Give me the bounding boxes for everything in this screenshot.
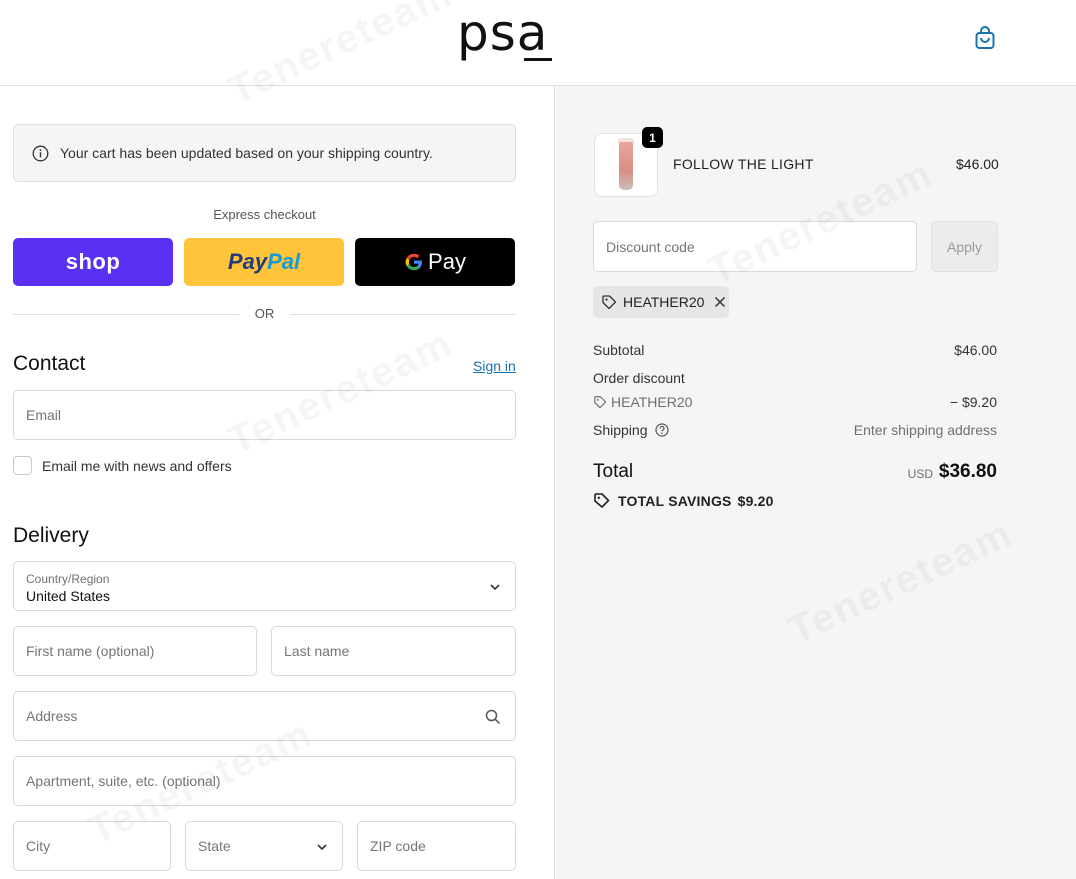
product-image-tube bbox=[619, 142, 633, 190]
apartment-input[interactable] bbox=[14, 757, 515, 805]
contact-heading: Contact bbox=[13, 352, 86, 375]
zip-code-field[interactable] bbox=[357, 821, 516, 871]
news-offers-label: Email me with news and offers bbox=[42, 457, 232, 474]
paypal-label-pay: Pay bbox=[227, 249, 268, 274]
paypal-label-pal: Pal bbox=[267, 249, 301, 274]
logo-underline bbox=[524, 58, 552, 61]
news-offers-row: Email me with news and offers bbox=[13, 456, 232, 475]
info-circle-icon bbox=[32, 145, 49, 161]
checkout-form-column: Your cart has been updated based on your… bbox=[0, 86, 555, 879]
address-field[interactable] bbox=[13, 691, 516, 741]
shop-pay-button[interactable]: shop bbox=[13, 238, 173, 286]
google-g-icon bbox=[405, 253, 423, 271]
google-pay-button[interactable]: Pay bbox=[355, 238, 515, 286]
tag-icon bbox=[602, 295, 617, 310]
total-value: $36.80 bbox=[938, 461, 997, 482]
first-name-field[interactable] bbox=[13, 626, 257, 676]
chevron-down-icon bbox=[490, 584, 500, 591]
city-field[interactable] bbox=[13, 821, 171, 871]
discount-code-row: HEATHER20 bbox=[593, 394, 692, 410]
country-region-select[interactable]: Country/Region United States bbox=[13, 561, 516, 611]
email-field[interactable] bbox=[13, 390, 516, 440]
apartment-field[interactable] bbox=[13, 756, 516, 806]
store-logo[interactable]: psa bbox=[457, 8, 548, 58]
discount-value: − $9.20 bbox=[949, 394, 997, 410]
last-name-field[interactable] bbox=[271, 626, 516, 676]
remove-discount-icon[interactable] bbox=[714, 296, 726, 308]
applied-discount-code: HEATHER20 bbox=[623, 294, 705, 310]
news-offers-checkbox[interactable] bbox=[13, 456, 32, 475]
total-savings-value: $9.20 bbox=[737, 492, 774, 509]
cart-updated-notice: Your cart has been updated based on your… bbox=[13, 124, 516, 182]
state-select[interactable] bbox=[185, 821, 343, 871]
paypal-button[interactable]: Pay Pal bbox=[184, 238, 344, 286]
google-pay-label: Pay bbox=[428, 249, 466, 274]
address-input[interactable] bbox=[14, 692, 515, 740]
city-input[interactable] bbox=[14, 822, 170, 870]
discount-code-text: HEATHER20 bbox=[611, 394, 693, 410]
or-divider: OR bbox=[13, 306, 516, 322]
divider-line-right bbox=[290, 314, 516, 315]
express-checkout-label: Express checkout bbox=[213, 207, 316, 222]
delivery-heading: Delivery bbox=[13, 524, 89, 547]
country-region-value: United States bbox=[26, 588, 111, 604]
site-header: psa bbox=[0, 0, 1076, 86]
product-name: FOLLOW THE LIGHT bbox=[673, 156, 814, 172]
help-circle-icon[interactable] bbox=[655, 423, 669, 437]
chevron-down-icon bbox=[317, 844, 327, 851]
savings-tag-icon bbox=[594, 493, 610, 508]
shipping-label: Shipping bbox=[593, 422, 648, 438]
notice-text: Your cart has been updated based on your… bbox=[60, 145, 433, 161]
discount-code-input[interactable] bbox=[594, 222, 916, 271]
last-name-input[interactable] bbox=[272, 627, 515, 675]
order-summary-column: 1 FOLLOW THE LIGHT $46.00 Apply HEATHER2… bbox=[556, 86, 1076, 879]
email-input[interactable] bbox=[14, 391, 515, 439]
sign-in-link[interactable]: Sign in bbox=[473, 358, 516, 374]
search-icon bbox=[485, 709, 501, 725]
shipping-row: Shipping bbox=[593, 422, 669, 438]
product-price: $46.00 bbox=[956, 156, 999, 172]
total-savings-row: TOTAL SAVINGS $9.20 bbox=[593, 492, 774, 509]
total-savings-label: TOTAL SAVINGS bbox=[618, 492, 732, 509]
country-region-label: Country/Region bbox=[26, 572, 110, 586]
subtotal-value: $46.00 bbox=[954, 342, 997, 358]
total-currency: USD bbox=[907, 467, 933, 481]
apply-discount-button[interactable]: Apply bbox=[931, 221, 998, 272]
tag-icon bbox=[594, 396, 607, 409]
discount-code-field[interactable] bbox=[593, 221, 917, 272]
shopping-bag-icon[interactable] bbox=[972, 25, 998, 51]
quantity-badge: 1 bbox=[642, 127, 663, 148]
shop-pay-label: shop bbox=[65, 249, 121, 274]
subtotal-label: Subtotal bbox=[593, 342, 645, 358]
shipping-value: Enter shipping address bbox=[853, 422, 997, 438]
total-label: Total bbox=[593, 461, 634, 482]
zip-code-input[interactable] bbox=[358, 822, 515, 870]
order-discount-label: Order discount bbox=[593, 370, 685, 386]
applied-discount-chip: HEATHER20 bbox=[593, 286, 729, 318]
first-name-input[interactable] bbox=[14, 627, 256, 675]
